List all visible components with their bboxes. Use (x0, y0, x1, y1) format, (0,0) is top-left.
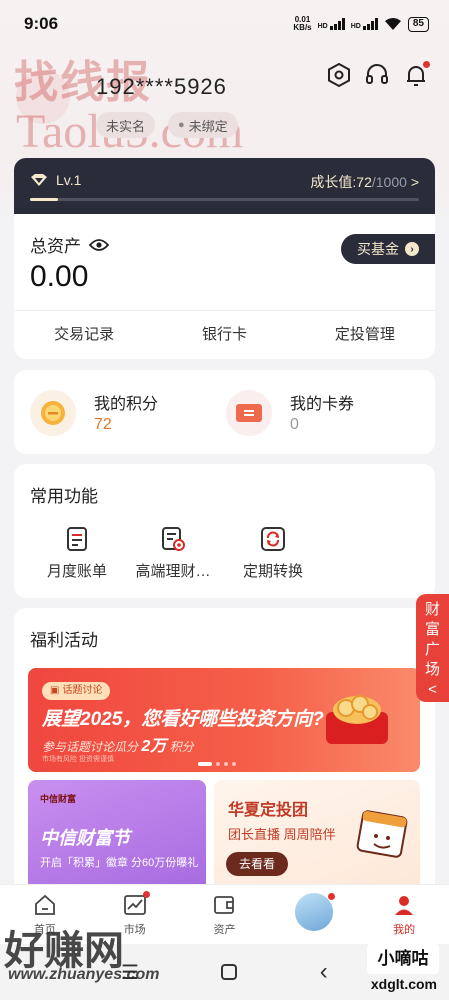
settings-hex-icon (328, 62, 350, 88)
banner-subtitle: 参与话题讨论瓜分 2万 积分 (42, 738, 194, 755)
notification-dot (328, 893, 336, 900)
my-points-label[interactable]: 我的积分 (94, 390, 158, 414)
growth-progress-track (30, 198, 419, 201)
wifi-icon (384, 18, 401, 30)
citic-logo: 中信财富 (40, 794, 77, 804)
back-button[interactable]: ‹ (320, 958, 328, 986)
regular-conversion-item[interactable]: 定期转换 (228, 526, 318, 581)
welfare-card: 福利活动 ▣ 话题讨论 展望2025，您看好哪些投资方向? 参与话题讨论瓜分 2… (14, 608, 435, 898)
signal-1: HD (318, 18, 345, 30)
watermark-brand: 小嘀咕 (367, 944, 439, 974)
monthly-bill-item[interactable]: 月度账单 (32, 526, 122, 581)
notification-dot (142, 891, 150, 898)
signal-bars-icon (329, 18, 345, 30)
topic-tag: ▣ 话题讨论 (42, 682, 111, 700)
user-icon (392, 893, 416, 917)
huaxia-promo-card[interactable]: 华夏定投团 团长直播 周周陪伴 去看看 (214, 780, 420, 890)
banner-title: 展望2025，您看好哪些投资方向? (42, 709, 324, 730)
chevron-right-icon: › (405, 242, 419, 256)
huaxia-promo-subtitle: 团长直播 周周陪伴 (228, 827, 336, 842)
link-icon: ● (178, 119, 185, 131)
my-points-value: 72 (94, 416, 112, 433)
points-card: 我的积分 72 我的卡券 0 (14, 370, 435, 454)
growth-value[interactable]: 成长值:72/1000 > (310, 172, 419, 192)
asset-card: 总资产 0.00 买基金 › 交易记录 银行卡 定投管理 (14, 214, 435, 359)
carousel-indicator (198, 762, 236, 766)
points-icon[interactable] (30, 390, 76, 436)
signal-bars-icon (362, 18, 378, 30)
go-see-button[interactable]: 去看看 (226, 852, 288, 876)
coupon-icon[interactable] (226, 390, 272, 436)
topic-banner[interactable]: ▣ 话题讨论 展望2025，您看好哪些投资方向? 参与话题讨论瓜分 2万 积分 … (28, 668, 420, 772)
home-square-button[interactable] (221, 964, 238, 980)
user-id: 192****5926 (96, 74, 227, 99)
common-functions-title: 常用功能 (30, 487, 98, 506)
headset-icon (366, 64, 388, 84)
premium-wealth-item[interactable]: 高端理财… (128, 526, 218, 581)
eye-icon[interactable] (89, 238, 109, 252)
nav-center-avatar[interactable] (269, 885, 359, 944)
citic-promo-subtitle: 开启「积累」徽章 分60万份曝礼 (40, 857, 199, 869)
huaxia-promo-title: 华夏定投团 (228, 802, 309, 819)
diamond-icon (31, 174, 47, 186)
real-name-pill[interactable]: 未实名 (96, 112, 156, 138)
watermark-bottom-url: www.zhuanyes.com (8, 966, 160, 983)
risk-disclaimer: 市场有风险 投资需谨慎 (42, 756, 114, 763)
red-envelope-icon (326, 695, 388, 744)
nav-assets[interactable]: 资产 (180, 885, 270, 944)
nav-mine[interactable]: 我的 (359, 885, 449, 944)
bind-pill[interactable]: ● 未绑定 (168, 112, 238, 138)
premium-doc-icon (160, 526, 186, 552)
wealth-plaza-tab[interactable]: 财富广场 < (416, 594, 449, 702)
transaction-records-link[interactable]: 交易记录 (14, 311, 154, 359)
level-badge: Lv.1 (30, 172, 81, 188)
signal-2: HD (351, 18, 378, 30)
notification-button[interactable] (403, 61, 430, 88)
growth-progress-fill (30, 198, 58, 201)
customer-service-button[interactable] (364, 62, 390, 88)
wallet-icon (212, 893, 236, 917)
my-coupons-value: 0 (290, 416, 299, 433)
status-indicators: 0.01 KB/s HD HD 85 (293, 16, 429, 32)
chart-icon (123, 891, 150, 917)
level-card[interactable]: Lv.1 成长值:72/1000 > (14, 158, 435, 214)
wealth-plaza-label: 财富广场 (425, 601, 441, 678)
common-functions-card: 常用功能 月度账单 高端理财… 定期转换 (14, 464, 435, 598)
conversion-icon (260, 526, 286, 552)
watermark-brand-url: xdglt.com (370, 976, 437, 992)
my-coupons-label[interactable]: 我的卡券 (290, 390, 354, 414)
chat-icon: ▣ (50, 685, 60, 696)
status-bar: 9:06 0.01 KB/s HD HD 85 (0, 0, 449, 48)
network-speed: 0.01 KB/s (293, 15, 312, 32)
chevron-left-icon: < (428, 681, 437, 698)
welfare-title: 福利活动 (30, 631, 98, 650)
citic-promo-card[interactable]: 中信财富 中信财富节 开启「积累」徽章 分60万份曝礼 (28, 780, 206, 890)
total-assets-label: 总资产 (30, 232, 109, 257)
status-time: 9:06 (24, 14, 59, 33)
bill-icon (64, 526, 90, 552)
total-assets-value: 0.00 (30, 260, 89, 293)
citic-promo-title: 中信财富节 (40, 828, 130, 848)
auto-invest-link[interactable]: 定投管理 (295, 311, 435, 359)
settings-button[interactable] (326, 62, 352, 88)
battery-icon: 85 (407, 16, 429, 32)
bank-card-link[interactable]: 银行卡 (154, 311, 294, 359)
calendar-smile-icon (356, 810, 408, 858)
avatar (293, 891, 336, 933)
home-icon (33, 893, 57, 917)
asset-links: 交易记录 银行卡 定投管理 (14, 311, 435, 359)
buy-fund-button[interactable]: 买基金 › (341, 234, 435, 264)
notification-dot (423, 61, 430, 68)
